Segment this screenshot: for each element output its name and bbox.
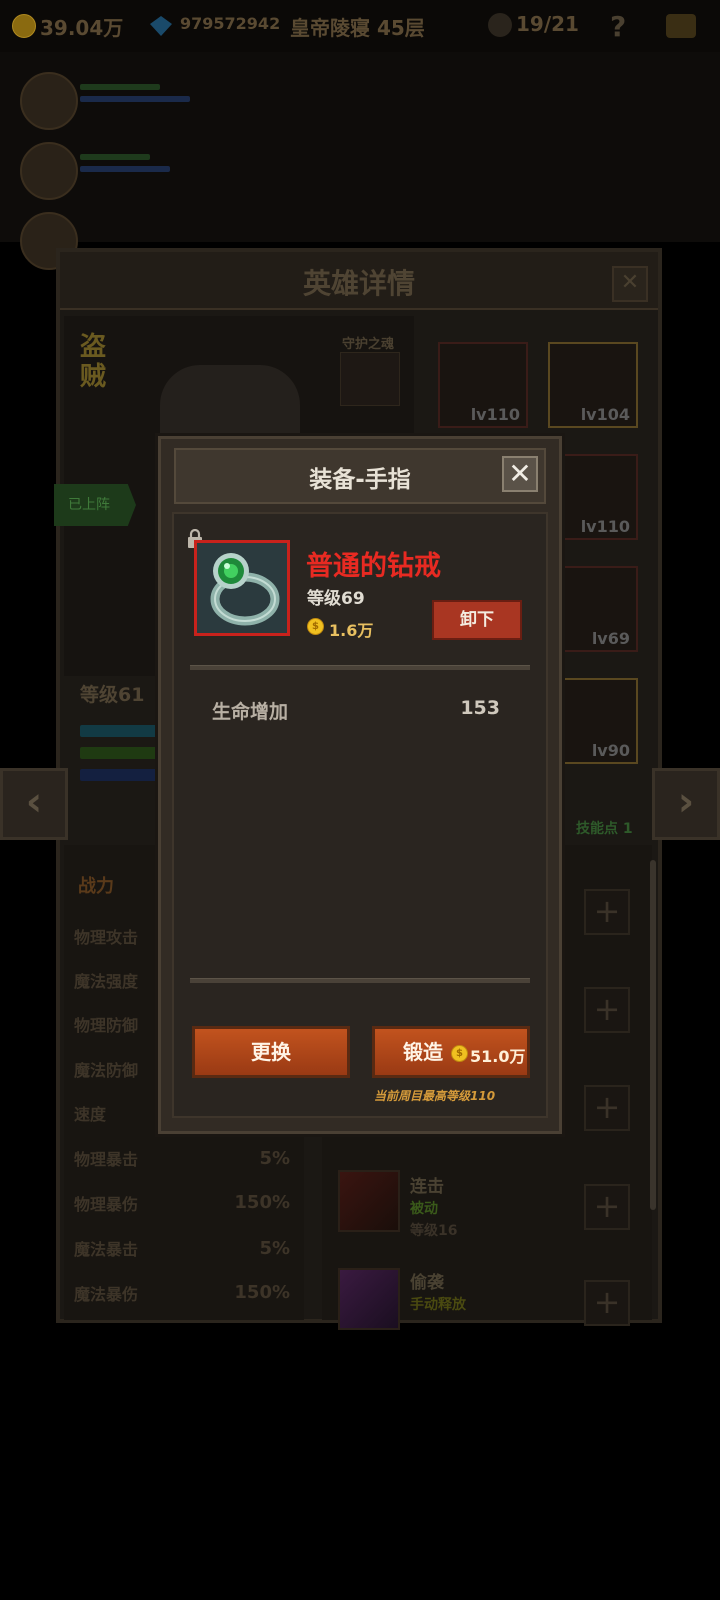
hero-avatar[interactable]	[20, 72, 78, 130]
skill-upgrade-button[interactable]: +	[584, 1184, 630, 1230]
item-name: 普通的钻戒	[306, 551, 441, 582]
mana-bar	[80, 96, 190, 102]
close-button[interactable]: ✕	[502, 456, 538, 492]
unequip-button[interactable]: 卸下	[432, 600, 522, 640]
attribute-name: 生命增加	[212, 701, 289, 723]
stat-label: 物理攻击	[74, 928, 139, 947]
sneak-attack-skill-icon[interactable]	[338, 1268, 400, 1330]
question-icon[interactable]: ?	[610, 10, 626, 43]
hero-exp-bar	[80, 725, 160, 737]
stat-label: 魔法暴伤	[74, 1285, 139, 1304]
equipment-dialog-title: 装备-手指	[309, 467, 411, 493]
gold-amount: 39.04万	[40, 16, 124, 40]
item-icon-frame[interactable]	[194, 540, 290, 636]
item-sell-price: 1.6万	[329, 621, 374, 640]
top-bar: 39.04万 979572942 皇帝陵寝 45层 19/21 ?	[0, 0, 720, 52]
gold-coin-icon: $	[307, 618, 324, 635]
guard-soul-label: 守护之魂	[342, 337, 395, 352]
skill-name: 连击	[410, 1177, 444, 1197]
divider	[190, 978, 530, 983]
gold-coin-icon	[12, 14, 36, 38]
hero-avatar[interactable]	[20, 142, 78, 200]
forge-cost: 51.0万	[470, 1047, 526, 1066]
skills-scrollbar[interactable]	[650, 860, 656, 1210]
guard-soul-icon[interactable]	[340, 352, 400, 406]
skill-upgrade-button[interactable]: +	[584, 1085, 630, 1131]
stat-label: 魔法防御	[74, 1061, 139, 1080]
equip-slot-level: lv90	[591, 741, 630, 760]
equip-slot-level: lv104	[580, 405, 630, 424]
mana-bar	[80, 166, 170, 172]
stat-value: 5%	[259, 1238, 290, 1259]
hp-bar	[80, 84, 160, 90]
replace-button[interactable]: 更换	[192, 1026, 350, 1078]
hero-mp-bar	[80, 769, 160, 781]
gem-icon	[150, 16, 172, 36]
stat-label: 速度	[74, 1105, 107, 1124]
hero-detail-title: 英雄详情	[302, 267, 415, 300]
hero-hp-bar	[80, 747, 160, 759]
equip-slot-level: lv110	[470, 405, 520, 424]
hero-portrait	[160, 365, 300, 435]
gold-coin-icon: $	[451, 1045, 468, 1062]
skill-type: 手动释放	[410, 1297, 466, 1313]
attribute-value: 153	[460, 697, 500, 719]
prev-hero-button[interactable]: ‹	[0, 768, 68, 840]
stat-label: 魔法强度	[74, 972, 139, 991]
stats-header: 战力	[78, 876, 114, 897]
skill-upgrade-button[interactable]: +	[584, 987, 630, 1033]
equip-slot-level: lv69	[591, 629, 630, 648]
stat-label: 物理暴击	[74, 1150, 139, 1169]
next-hero-button[interactable]: ›	[652, 768, 720, 840]
skill-points-label: 技能点 1	[576, 821, 633, 837]
hero-level-label: 等级61	[80, 684, 145, 706]
stat-value: 150%	[234, 1282, 290, 1303]
stat-value: 150%	[234, 1192, 290, 1213]
item-level: 等级69	[307, 589, 365, 609]
skill-upgrade-button[interactable]: +	[584, 1280, 630, 1326]
equip-slot-level: lv110	[580, 517, 630, 536]
skull-icon	[488, 13, 512, 37]
skill-name: 偷袭	[410, 1273, 444, 1293]
equip-slot-amulet[interactable]: lv104	[548, 342, 638, 428]
skill-upgrade-button[interactable]: +	[584, 889, 630, 935]
equip-slot-weapon[interactable]: lv110	[438, 342, 528, 428]
chest-icon[interactable]	[666, 14, 696, 38]
kill-count: 19/21	[516, 12, 579, 36]
skill-level: 等级16	[410, 1223, 458, 1239]
stat-label: 魔法暴击	[74, 1240, 139, 1259]
stat-value: 5%	[259, 1148, 290, 1169]
hero-list-area	[0, 52, 720, 270]
hp-bar	[80, 154, 150, 160]
divider	[190, 665, 530, 670]
hero-detail-close-button[interactable]: ✕	[612, 266, 648, 302]
skill-type: 被动	[410, 1201, 438, 1217]
combo-skill-icon[interactable]	[338, 1170, 400, 1232]
on-team-tag: 已上阵	[54, 484, 136, 526]
hero-class-name: 盗 贼	[80, 332, 107, 392]
stage-name[interactable]: 皇帝陵寝 45层	[290, 12, 425, 41]
stat-label: 物理暴伤	[74, 1195, 139, 1214]
forge-label: 锻造	[403, 1040, 443, 1064]
gem-amount: 979572942	[180, 14, 281, 33]
stat-label: 物理防御	[74, 1016, 139, 1035]
ring-icon	[197, 543, 287, 633]
max-level-note: 当前周目最高等级110	[374, 1089, 496, 1103]
